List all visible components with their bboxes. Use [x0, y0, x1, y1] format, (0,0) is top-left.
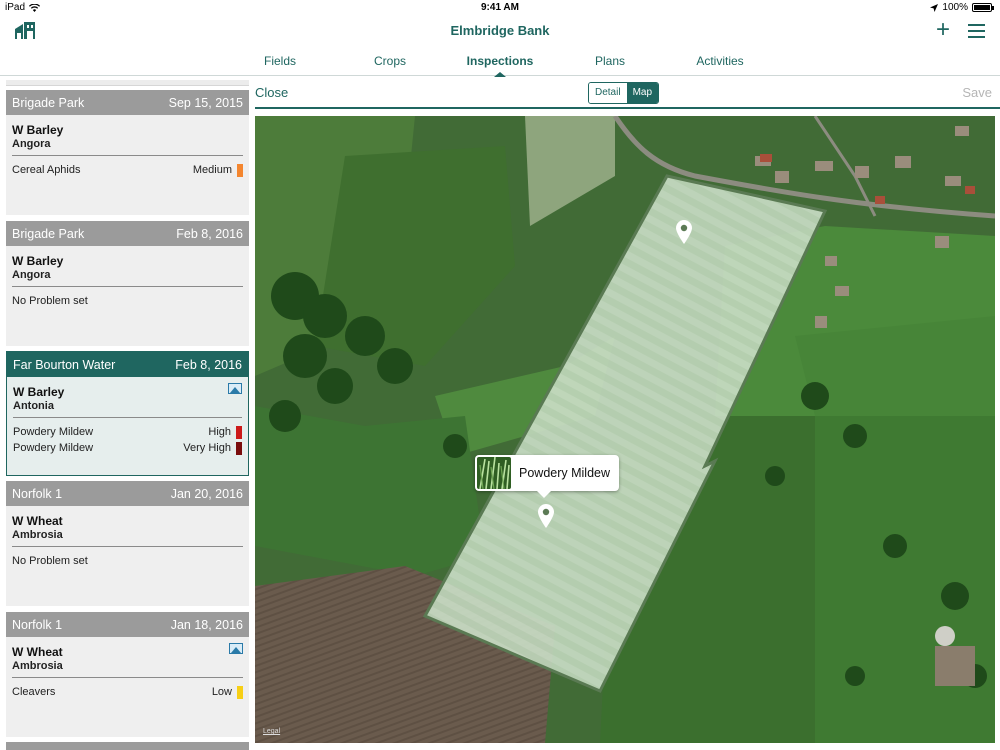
photo-icon	[228, 383, 242, 394]
field-name: Far Bourton Water	[13, 357, 116, 372]
photo-icon	[229, 643, 243, 654]
crop-name: W Barley	[13, 385, 65, 399]
card-header: Norfolk 1 Jan 18, 2016	[6, 612, 249, 637]
inspection-card[interactable]: Brigade Park Feb 8, 2016 W Barley Angora…	[6, 221, 249, 346]
inspection-detail-panel: Close Detail Map Save Powdery Mildew Leg…	[255, 77, 1000, 750]
variety-name: Ambrosia	[12, 529, 243, 547]
battery-percent: 100%	[942, 2, 968, 13]
problem-row: Cereal Aphids Medium	[12, 162, 243, 178]
field-name: Brigade Park	[12, 226, 85, 241]
status-bar: iPad 9:41 AM 100%	[0, 0, 1000, 16]
legal-link[interactable]: Legal	[263, 728, 280, 735]
inspection-date: Jan 18, 2016	[170, 617, 243, 632]
add-icon[interactable]: +	[936, 18, 950, 42]
variety-name: Ambrosia	[12, 660, 243, 678]
severity-label: Low	[211, 686, 232, 698]
inspection-card[interactable]	[6, 742, 249, 750]
severity-indicator	[237, 685, 243, 699]
severity-label: Medium	[192, 164, 232, 176]
satellite-map[interactable]: Powdery Mildew Legal	[255, 116, 995, 743]
problem-callout[interactable]: Powdery Mildew	[475, 455, 619, 498]
detail-toolbar: Close Detail Map Save	[255, 77, 1000, 109]
problem-row: Cleavers Low	[12, 684, 243, 700]
severity-label: Very High	[183, 442, 231, 454]
severity-indicator	[236, 425, 242, 439]
inspection-date: Feb 8, 2016	[175, 357, 242, 372]
field-name: Norfolk 1	[12, 486, 63, 501]
inspection-card[interactable]: Norfolk 1 Jan 18, 2016 W Wheat Ambrosia …	[6, 612, 249, 737]
problem-row: Powdery Mildew High	[13, 424, 242, 440]
map-pin-icon[interactable]	[676, 220, 692, 244]
detail-segment[interactable]: Detail	[589, 83, 627, 103]
tab-crops[interactable]: Crops	[335, 54, 445, 76]
tab-fields[interactable]: Fields	[225, 54, 335, 76]
map-imagery	[255, 116, 995, 743]
card-header: Norfolk 1 Jan 20, 2016	[6, 481, 249, 506]
problem-name: Cleavers	[12, 686, 56, 698]
card-header: Far Bourton Water Feb 8, 2016	[7, 352, 248, 377]
variety-name: Angora	[12, 269, 243, 287]
save-button[interactable]: Save	[962, 85, 992, 100]
no-problem-text: No Problem set	[12, 555, 88, 567]
nav-bar: Elmbridge Bank + Fields Crops Inspection…	[0, 16, 1000, 77]
severity-indicator	[237, 163, 243, 177]
tab-activities[interactable]: Activities	[665, 54, 775, 76]
menu-icon[interactable]	[968, 24, 985, 38]
inspection-list[interactable]: Brigade Park Sep 15, 2015 W Barley Angor…	[0, 77, 255, 750]
problem-photo-thumbnail	[477, 457, 511, 489]
field-name: Norfolk 1	[12, 617, 63, 632]
severity-indicator	[236, 441, 242, 455]
crop-name: W Wheat	[12, 645, 63, 659]
inspection-date: Sep 15, 2015	[168, 95, 243, 110]
problem-name: Powdery Mildew	[13, 442, 94, 454]
field-name: Brigade Park	[12, 95, 85, 110]
map-pin-icon[interactable]	[538, 504, 554, 528]
no-problem-text: No Problem set	[12, 295, 88, 307]
variety-name: Angora	[12, 138, 243, 156]
callout-label: Powdery Mildew	[519, 466, 611, 480]
crop-name: W Barley	[12, 254, 64, 268]
inspection-card-selected[interactable]: Far Bourton Water Feb 8, 2016 W Barley A…	[6, 351, 249, 476]
crop-name: W Wheat	[12, 514, 63, 528]
location-icon	[930, 3, 939, 12]
inspection-card[interactable]: Brigade Park Sep 15, 2015 W Barley Angor…	[6, 90, 249, 215]
inspection-date: Jan 20, 2016	[170, 486, 243, 501]
view-toggle[interactable]: Detail Map	[588, 82, 660, 104]
status-time: 9:41 AM	[481, 2, 519, 13]
battery-icon	[972, 3, 994, 12]
variety-name: Antonia	[13, 400, 242, 418]
app-title: Elmbridge Bank	[450, 23, 550, 38]
inspection-date: Feb 8, 2016	[176, 226, 243, 241]
map-segment[interactable]: Map	[626, 83, 659, 103]
tab-bar: Fields Crops Inspections Plans Activitie…	[225, 54, 775, 77]
problem-name: Powdery Mildew	[13, 426, 94, 438]
inspection-card[interactable]: Norfolk 1 Jan 20, 2016 W Wheat Ambrosia …	[6, 481, 249, 606]
problem-name: Cereal Aphids	[12, 164, 81, 176]
list-top-divider	[6, 80, 249, 86]
crop-name: W Barley	[12, 123, 64, 137]
problem-row: Powdery Mildew Very High	[13, 440, 242, 456]
card-header: Brigade Park Feb 8, 2016	[6, 221, 249, 246]
close-button[interactable]: Close	[255, 85, 288, 100]
tab-plans[interactable]: Plans	[555, 54, 665, 76]
severity-label: High	[208, 426, 231, 438]
tab-inspections[interactable]: Inspections	[445, 54, 555, 77]
card-header: Brigade Park Sep 15, 2015	[6, 90, 249, 115]
